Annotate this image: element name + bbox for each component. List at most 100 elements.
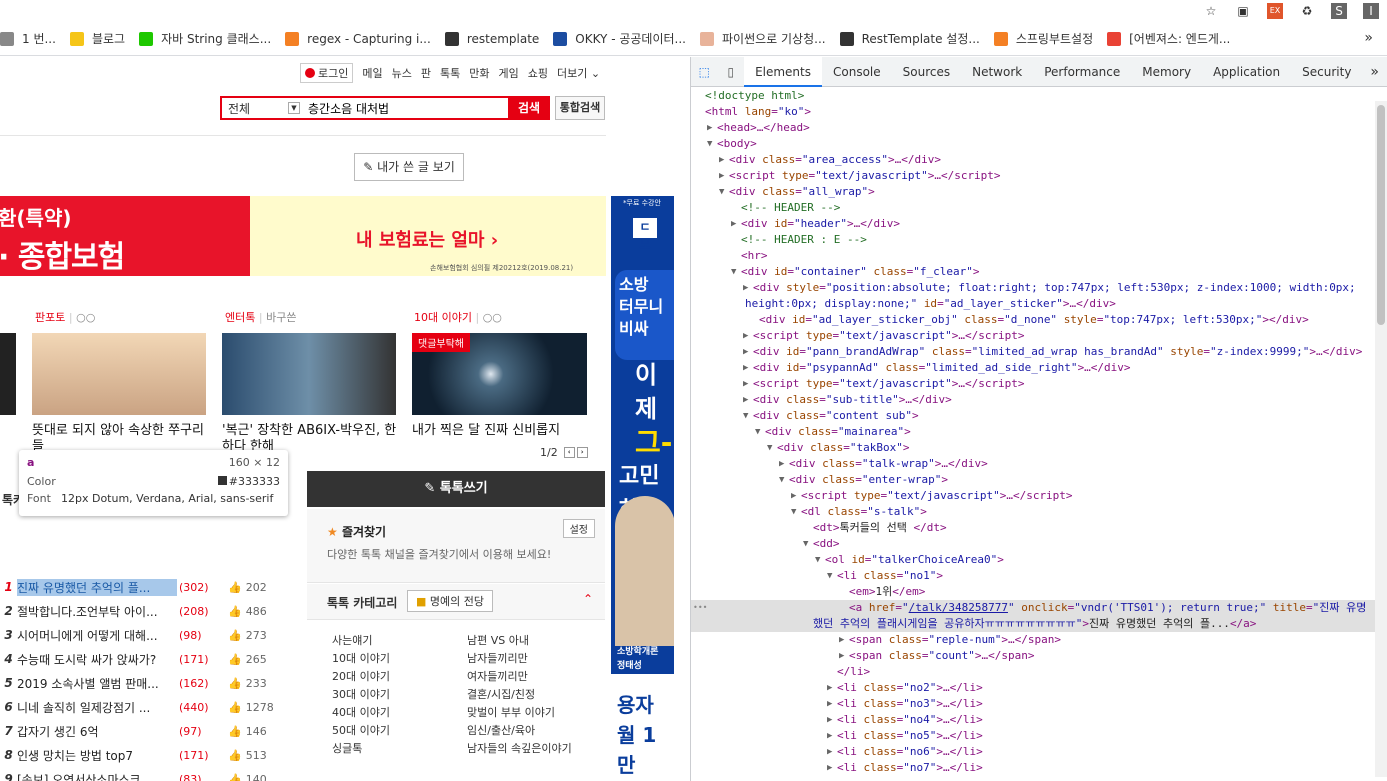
devtools-tab-console[interactable]: Console xyxy=(822,57,892,87)
dom-node-line[interactable]: <hr> xyxy=(691,248,1387,264)
category-link[interactable]: 임신/출산/육아 xyxy=(467,722,535,740)
dom-node-line[interactable]: ▶ <li class="no4">…</li> xyxy=(691,712,1387,728)
ranking-row[interactable]: 1 진짜 유명했던 추억의 플... (302) 👍 202 xyxy=(0,575,305,599)
ranking-title[interactable]: 인생 망치는 방법 top7 xyxy=(17,747,177,764)
dom-node-line[interactable]: ▼ <div class="enter-wrap"> xyxy=(691,472,1387,488)
collapse-icon[interactable]: ⌃ xyxy=(583,592,593,606)
category-link[interactable]: 40대 이야기 xyxy=(332,704,390,722)
ranking-title[interactable]: 니네 솔직히 일제강점기 ... xyxy=(17,699,177,716)
category-link[interactable]: 맞벌이 부부 이야기 xyxy=(467,704,555,722)
dom-node-line[interactable]: ▶ <span class="count">…</span> xyxy=(691,648,1387,664)
ranking-row[interactable]: 7 갑자기 생긴 6억 (97) 👍 146 xyxy=(0,719,305,743)
category-link[interactable]: 30대 이야기 xyxy=(332,686,390,704)
expand-toggle-icon[interactable]: ▼ xyxy=(743,408,753,424)
bookmark-7[interactable]: RestTemplate 설정... xyxy=(839,30,980,47)
thumbnail-2[interactable] xyxy=(222,333,396,415)
dom-node-line[interactable]: ▶ <div id="psypannAd" class="limited_ad_s… xyxy=(691,360,1387,376)
nav-item-4[interactable]: 만화 xyxy=(469,67,489,80)
bookmark-5[interactable]: OKKY - 공공데이터... xyxy=(553,30,686,47)
dom-node-line[interactable]: <a href="/talk/348258777" onclick="vndr(… xyxy=(691,600,1387,616)
expand-toggle-icon[interactable]: ▶ xyxy=(743,376,753,392)
next-button[interactable]: › xyxy=(576,447,588,458)
dom-node-line[interactable]: ▶ <script type="text/javascript">…</scrip… xyxy=(691,488,1387,504)
extension-icon[interactable]: ▣ xyxy=(1235,3,1251,19)
dom-node-line[interactable]: 했던 추억의 플래시게임을 공유하자ㅠㅠㅠㅠㅠㅠㅠㅠㅠ">진짜 유명했던 추억의… xyxy=(691,616,1387,632)
expand-toggle-icon[interactable]: ▼ xyxy=(815,552,825,568)
dom-node-line[interactable]: ▶ <li class="no6">…</li> xyxy=(691,744,1387,760)
bookmark-2[interactable]: 자바 String 클래스... xyxy=(139,30,271,47)
dom-node-line[interactable]: <!-- HEADER --> xyxy=(691,200,1387,216)
devtools-tab-network[interactable]: Network xyxy=(961,57,1033,87)
category-link[interactable]: 결혼/시집/친정 xyxy=(467,686,535,704)
expand-toggle-icon[interactable]: ▼ xyxy=(779,472,789,488)
dom-node-line[interactable]: ▶ <script type="text/javascript">…</scrip… xyxy=(691,168,1387,184)
dom-node-line[interactable]: ▼ <li class="no1"> xyxy=(691,568,1387,584)
expand-toggle-icon[interactable]: ▼ xyxy=(803,536,813,552)
dom-node-line[interactable]: ▶ <head>…</head> xyxy=(691,120,1387,136)
bookmark-9[interactable]: [어벤져스: 엔드게... xyxy=(1107,30,1230,47)
ranking-title[interactable]: [속보] 오연서산소마스크... xyxy=(17,771,177,781)
dom-node-line[interactable]: ▼ <div id="container" class="f_clear"> xyxy=(691,264,1387,280)
dom-node-line[interactable]: ▶ <div class="area_access">…</div> xyxy=(691,152,1387,168)
nav-item-6[interactable]: 쇼핑 xyxy=(528,67,548,80)
category-link[interactable]: 20대 이야기 xyxy=(332,668,390,686)
dom-node-line[interactable]: ▶ <div id="header">…</div> xyxy=(691,216,1387,232)
star-icon[interactable]: ☆ xyxy=(1203,3,1219,19)
nav-item-5[interactable]: 게임 xyxy=(499,67,519,80)
ranking-title[interactable]: 수능때 도시락 싸가 앉싸가? xyxy=(17,651,177,668)
ranking-row[interactable]: 9 [속보] 오연서산소마스크... (83) 👍 140 xyxy=(0,767,305,781)
devtools-tab-sources[interactable]: Sources xyxy=(892,57,961,87)
expand-toggle-icon[interactable]: ▶ xyxy=(731,216,741,232)
ranking-title[interactable]: 2019 소속사별 앨범 판매... xyxy=(17,675,177,692)
device-toolbar-icon[interactable]: ▯ xyxy=(718,57,745,87)
ranking-title[interactable]: 진짜 유명했던 추억의 플... xyxy=(17,578,177,596)
expand-toggle-icon[interactable]: ▶ xyxy=(719,152,729,168)
dom-node-line[interactable]: ▶ <div class="talk-wrap">…</div> xyxy=(691,456,1387,472)
expand-toggle-icon[interactable]: ▶ xyxy=(839,648,849,664)
expand-toggle-icon[interactable]: ▶ xyxy=(743,280,753,296)
category-label-3[interactable]: 10대 이야기 | ○○ xyxy=(414,309,502,325)
ranking-row[interactable]: 4 수능때 도시락 싸가 앉싸가? (171) 👍 265 xyxy=(0,647,305,671)
dom-node-line[interactable]: <!doctype html> xyxy=(691,88,1387,104)
caption-1[interactable]: 뜻대로 되지 않아 속상한 쭈구리들 xyxy=(32,423,207,454)
dom-node-line[interactable]: ▶ <span class="reple-num">…</span> xyxy=(691,632,1387,648)
dom-node-line[interactable]: ▼ <div class="mainarea"> xyxy=(691,424,1387,440)
category-link[interactable]: 남편 VS 아내 xyxy=(467,632,529,650)
expand-toggle-icon[interactable]: ▶ xyxy=(743,392,753,408)
expand-toggle-icon[interactable]: ▶ xyxy=(827,760,837,776)
expand-toggle-icon[interactable]: ▼ xyxy=(767,440,777,456)
tabs-more-icon[interactable]: » xyxy=(1362,64,1387,80)
dom-node-line[interactable]: ▼ <dd> xyxy=(691,536,1387,552)
ad-banner-middle[interactable]: 내 보험료는 얼마 › 손해보험협회 심의필 제20212호(2019.08.2… xyxy=(250,196,606,276)
category-link[interactable]: 남자들끼리만 xyxy=(467,650,528,668)
ranking-row[interactable]: 3 시어머니에게 어떻게 대해... (98) 👍 273 xyxy=(0,623,305,647)
bookmark-0[interactable]: 1 번... xyxy=(0,30,56,47)
hall-of-fame-button[interactable]: ■ 명예의 전당 xyxy=(407,590,493,612)
scroll-thumb[interactable] xyxy=(1377,105,1385,325)
login-button[interactable]: 로그인 xyxy=(300,63,354,83)
nav-item-1[interactable]: 뉴스 xyxy=(392,67,412,80)
category-link[interactable]: 50대 이야기 xyxy=(332,722,390,740)
expand-toggle-icon[interactable]: ▶ xyxy=(743,328,753,344)
expand-toggle-icon[interactable]: ▼ xyxy=(755,424,765,440)
inspect-element-icon[interactable]: ⬚ xyxy=(691,57,718,87)
dom-node-line[interactable]: <!-- HEADER : E --> xyxy=(691,232,1387,248)
dom-node-line[interactable]: <html lang="ko"> xyxy=(691,104,1387,120)
favorites-settings-button[interactable]: 설정 xyxy=(562,519,595,538)
ranking-row[interactable]: 2 절박합니다.조언부탁 아이... (208) 👍 486 xyxy=(0,599,305,623)
dom-node-line[interactable]: ▼ <div class="takBox"> xyxy=(691,440,1387,456)
search-category-select[interactable]: 전체 ▼ xyxy=(222,98,302,118)
extension-i-icon[interactable]: I xyxy=(1363,3,1379,19)
ranking-row[interactable]: 8 인생 망치는 방법 top7 (171) 👍 513 xyxy=(0,743,305,767)
dom-node-line[interactable]: ▶ <li class="no5">…</li> xyxy=(691,728,1387,744)
expand-toggle-icon[interactable]: ▶ xyxy=(743,344,753,360)
expand-toggle-icon[interactable]: ▶ xyxy=(743,360,753,376)
expand-toggle-icon[interactable]: ▶ xyxy=(827,696,837,712)
category-link[interactable]: 사는얘기 xyxy=(332,632,372,650)
extension-s-icon[interactable]: S xyxy=(1331,3,1347,19)
category-label-1[interactable]: 판포토 | ○○ xyxy=(35,309,95,325)
dom-node-line[interactable]: <div id="ad_layer_sticker_obj" class="d_… xyxy=(691,312,1387,328)
talk-write-button[interactable]: ✎ 톡톡쓰기 xyxy=(307,471,605,507)
bookmark-8[interactable]: 스프링부트설정 xyxy=(993,30,1093,47)
expand-toggle-icon[interactable]: ▶ xyxy=(827,744,837,760)
